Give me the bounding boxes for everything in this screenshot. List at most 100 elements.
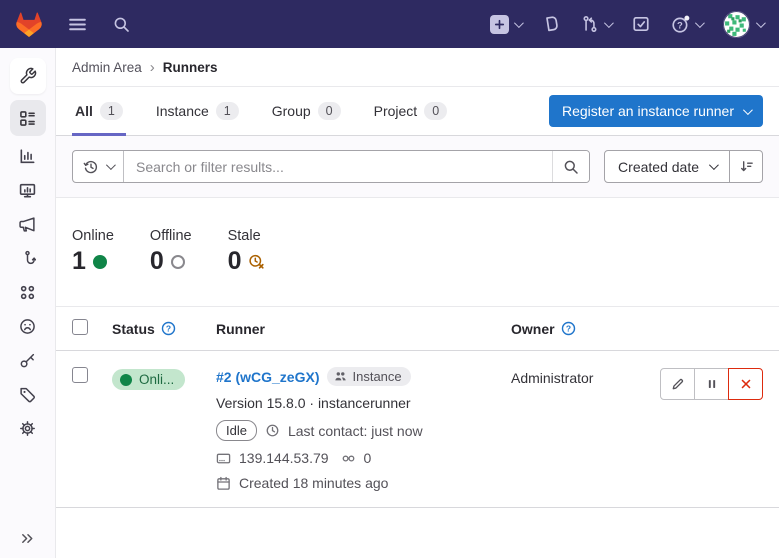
search-filter-box	[72, 150, 590, 183]
runner-link[interactable]: #2 (wCG_zeGX)	[216, 369, 319, 385]
gear-icon	[19, 420, 36, 437]
sort-direction-button[interactable]	[729, 151, 762, 182]
chevron-down-icon	[756, 18, 766, 28]
sidebar-item-applications[interactable]	[10, 276, 46, 309]
close-icon	[739, 377, 753, 391]
chevron-down-icon	[604, 18, 614, 28]
stale-clock-icon	[248, 253, 265, 270]
todos-icon[interactable]	[632, 15, 650, 33]
sidebar-collapse-button[interactable]	[0, 531, 55, 546]
sidebar-item-system-hooks[interactable]	[10, 242, 46, 275]
frown-face-icon	[19, 318, 36, 335]
created-ago-text: Created 18 minutes ago	[239, 475, 388, 491]
avatar	[723, 11, 750, 38]
last-contact-text: Last contact: just now	[288, 423, 423, 439]
chevron-down-icon	[514, 18, 524, 28]
sidebar-item-analytics[interactable]	[10, 140, 46, 173]
svg-text:?: ?	[677, 20, 683, 31]
chevron-down-icon	[695, 18, 705, 28]
sidebar-item-abuse-reports[interactable]	[10, 310, 46, 343]
tab-label: All	[75, 103, 93, 119]
hamburger-menu-icon[interactable]	[68, 15, 87, 34]
runner-row: Onli... #2 (wCG_zeGX) Instance Version 1…	[56, 351, 779, 508]
help-icon[interactable]: ?	[671, 15, 702, 34]
search-history-button[interactable]	[73, 151, 124, 182]
stat-label: Online	[72, 228, 114, 244]
sort-by-label: Created date	[618, 159, 699, 175]
merge-requests-icon[interactable]	[581, 15, 611, 33]
search-submit-button[interactable]	[552, 151, 589, 182]
calendar-icon	[216, 476, 231, 491]
tab-count-badge: 1	[216, 102, 239, 120]
sort-descending-icon	[739, 159, 754, 174]
column-header-owner: Owner	[511, 321, 555, 337]
stat-label: Stale	[228, 228, 266, 244]
tab-count-badge: 1	[100, 102, 123, 120]
related-jobs-count[interactable]: 0	[364, 450, 372, 466]
sidebar-item-labels[interactable]	[10, 378, 46, 411]
filter-bar: Created date	[56, 136, 779, 198]
search-icon[interactable]	[113, 16, 130, 33]
hook-icon	[19, 250, 36, 267]
sidebar-item-settings[interactable]	[10, 412, 46, 445]
runner-version: Version 15.8.0 · instancerunner	[216, 395, 511, 411]
new-menu-button[interactable]	[490, 15, 521, 34]
tab-project[interactable]: Project 0	[371, 87, 451, 135]
status-help-icon[interactable]: ?	[161, 321, 176, 336]
gitlab-logo[interactable]	[16, 12, 42, 37]
user-menu[interactable]	[723, 11, 763, 38]
row-checkbox[interactable]	[72, 367, 88, 383]
runners-table-header: Status ? Runner Owner ?	[56, 306, 779, 351]
owner-help-icon[interactable]: ?	[561, 321, 576, 336]
double-chevron-right-icon	[20, 531, 35, 546]
column-header-runner: Runner	[216, 321, 265, 337]
svg-text:?: ?	[166, 324, 171, 334]
pause-runner-button[interactable]	[694, 368, 729, 400]
sort-by-dropdown[interactable]: Created date	[605, 151, 729, 182]
breadcrumb-runners: Runners	[163, 60, 218, 75]
people-icon	[334, 370, 347, 383]
clock-icon	[265, 423, 280, 438]
applications-grid-icon	[19, 284, 36, 301]
sidebar-item-messages[interactable]	[10, 208, 46, 241]
tab-all[interactable]: All 1	[72, 87, 126, 135]
key-icon	[19, 352, 36, 369]
overview-icon	[19, 110, 36, 127]
notification-dot	[684, 15, 689, 20]
labels-tag-icon	[19, 386, 36, 403]
stat-label: Offline	[150, 228, 192, 244]
runner-ip: 139.144.53.79	[239, 450, 329, 466]
edit-runner-button[interactable]	[660, 368, 695, 400]
breadcrumb-admin-area[interactable]: Admin Area	[72, 60, 142, 75]
sidebar-item-overview[interactable]	[10, 100, 46, 136]
column-header-status: Status	[112, 321, 155, 337]
sidebar-item-monitoring[interactable]	[10, 174, 46, 207]
tab-count-badge: 0	[424, 102, 447, 120]
chevron-down-icon	[709, 160, 719, 170]
runner-type-tabs: All 1 Instance 1 Group 0 Project 0 Regis…	[56, 87, 779, 136]
history-icon	[83, 159, 99, 175]
delete-runner-button[interactable]	[728, 368, 763, 400]
sidebar-item-admin-area[interactable]	[10, 58, 46, 94]
stat-online: Online 1	[72, 228, 114, 276]
pencil-icon	[670, 377, 685, 392]
search-input[interactable]	[124, 151, 552, 182]
breadcrumb-separator: ›	[150, 60, 155, 75]
tab-label: Instance	[156, 103, 209, 119]
tab-group[interactable]: Group 0	[269, 87, 344, 135]
runner-owner[interactable]: Administrator	[511, 370, 651, 386]
online-dot-icon	[120, 374, 132, 386]
runner-actions	[660, 368, 763, 400]
chevron-down-icon	[743, 105, 753, 115]
link-icon	[341, 451, 356, 466]
runner-status-stats: Online 1 Offline 0 Stale 0	[56, 198, 779, 276]
stat-offline: Offline 0	[150, 228, 192, 276]
register-instance-runner-button[interactable]: Register an instance runner	[549, 95, 763, 127]
tab-instance[interactable]: Instance 1	[153, 87, 242, 135]
svg-text:?: ?	[565, 324, 570, 334]
top-navbar: ?	[0, 0, 779, 48]
select-all-checkbox[interactable]	[72, 319, 88, 335]
stat-value: 0	[150, 247, 164, 276]
issues-icon[interactable]	[542, 15, 560, 33]
sidebar-item-deploy-keys[interactable]	[10, 344, 46, 377]
